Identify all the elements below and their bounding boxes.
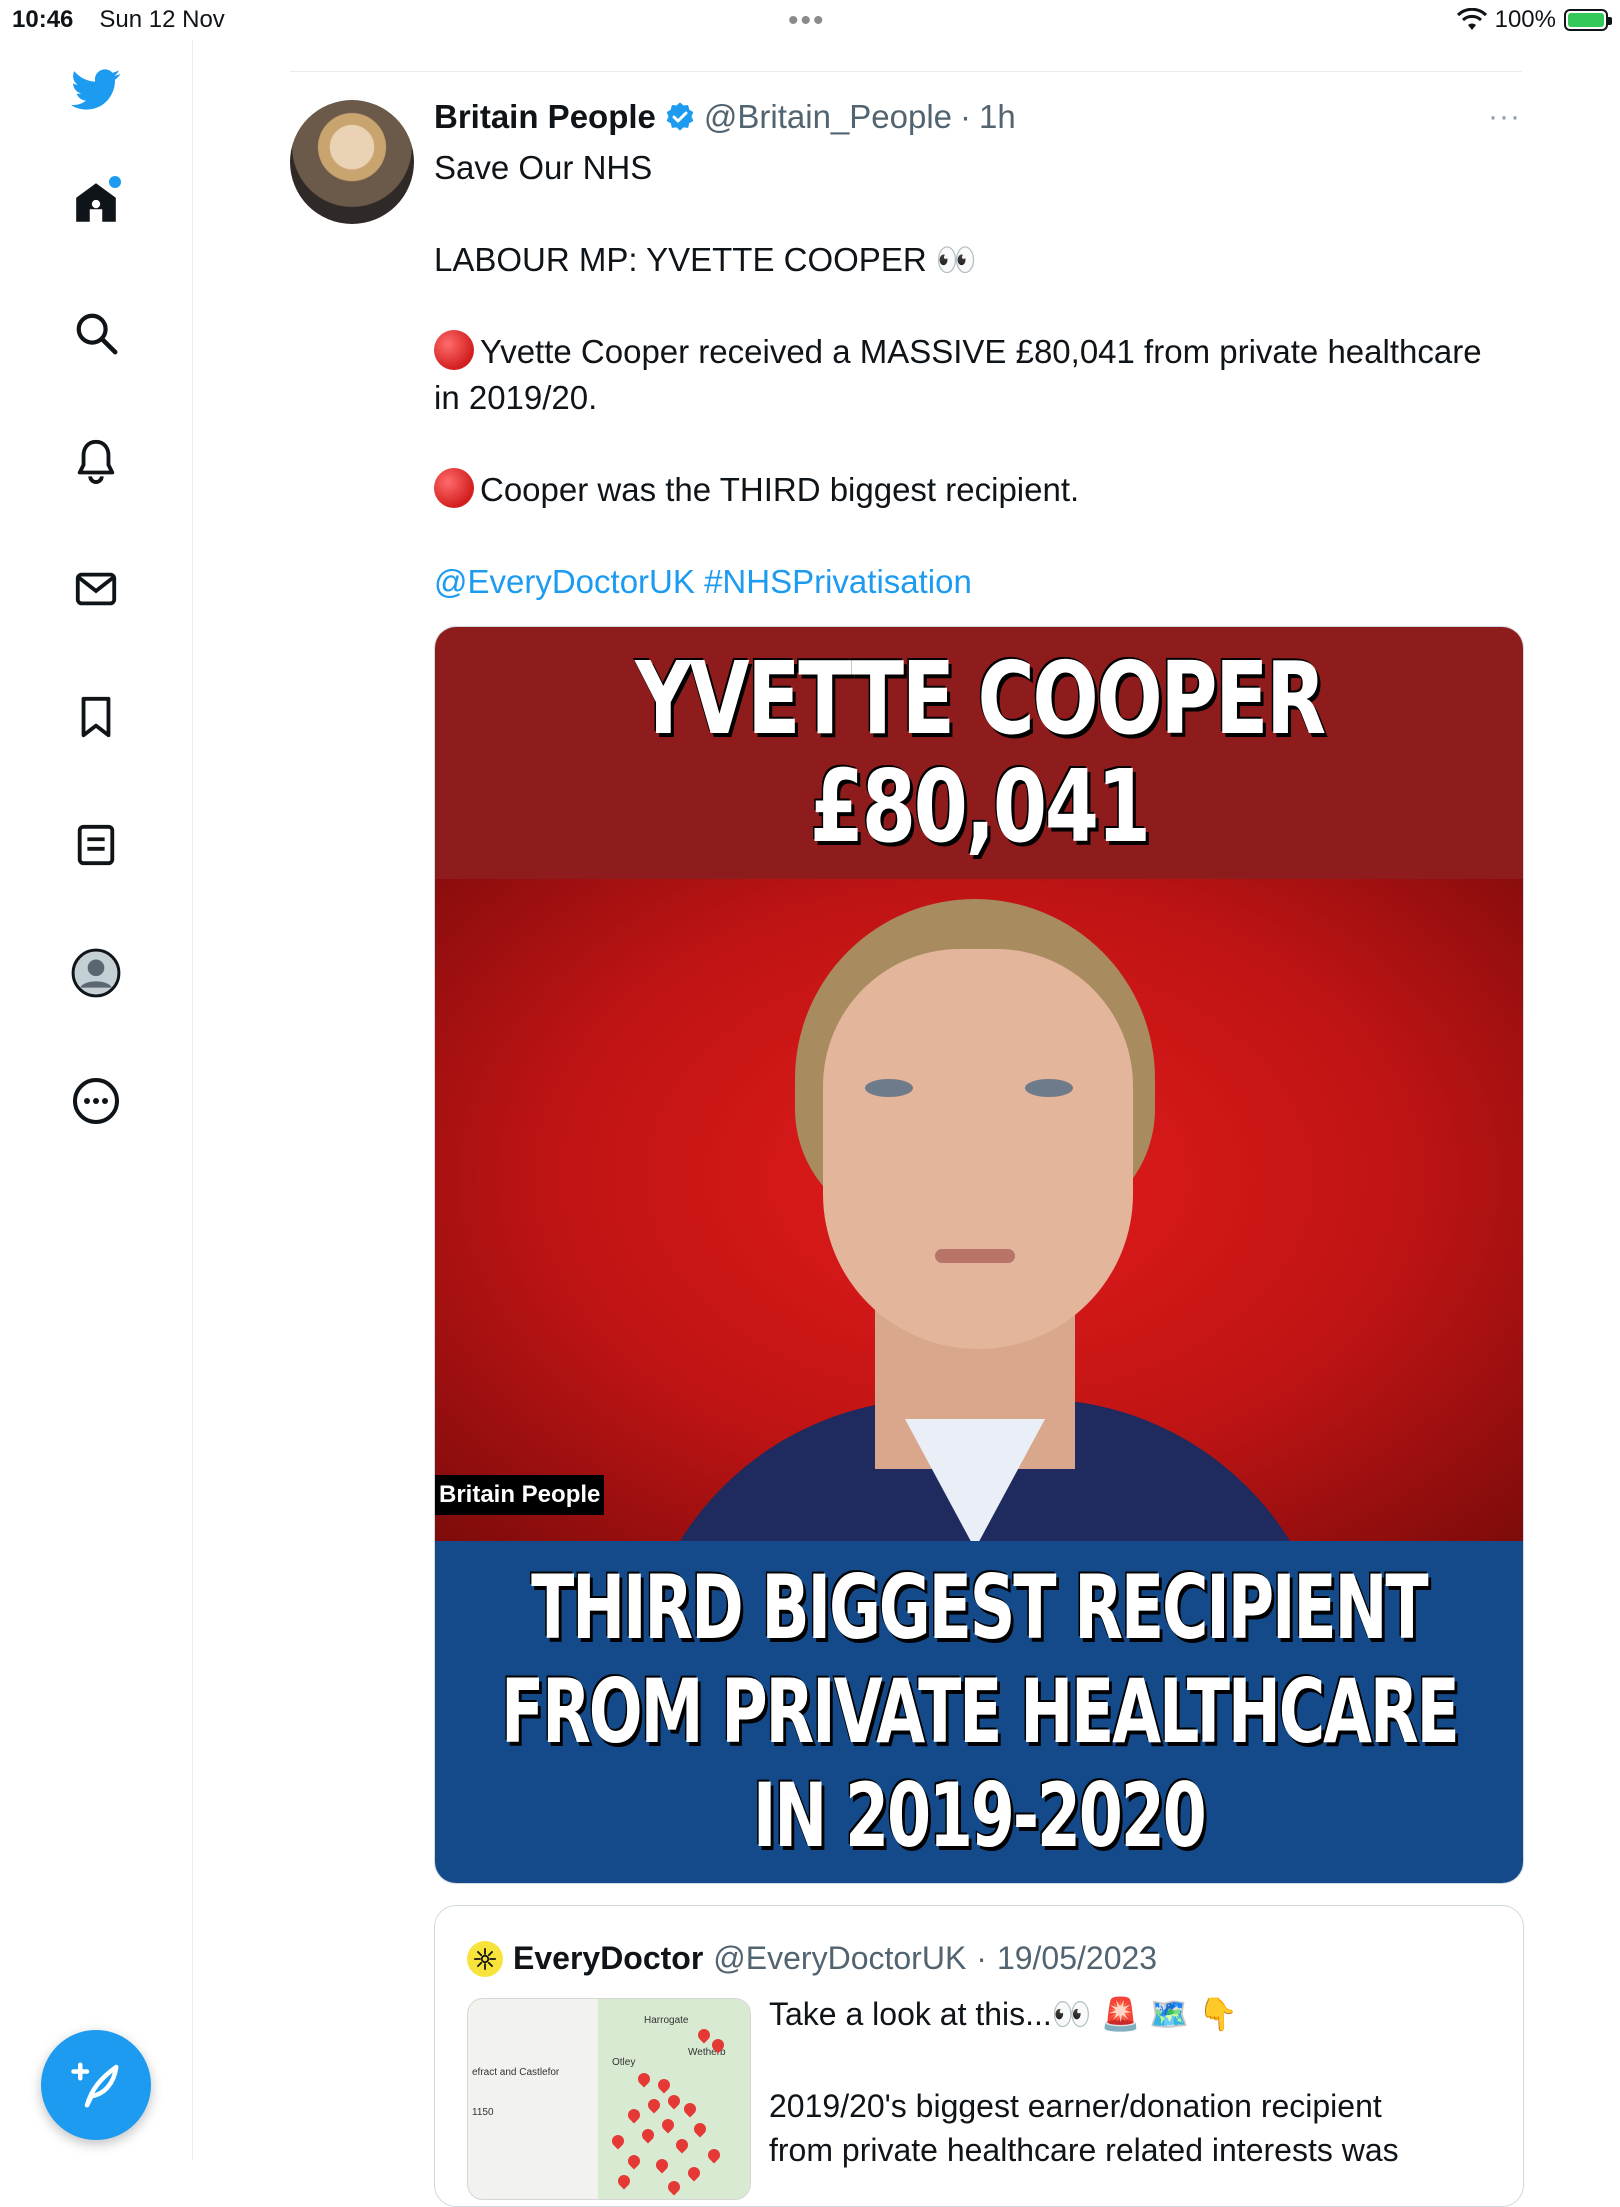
quote-handle[interactable]: @EveryDoctorUK: [713, 1940, 966, 1977]
image-bottom-banner: THIRD BIGGEST RECIPIENT FROM PRIVATE HEA…: [435, 1541, 1523, 1883]
list-icon[interactable]: [71, 820, 121, 870]
quote-date: 19/05/2023: [996, 1940, 1158, 1976]
map-pin: [635, 2070, 653, 2088]
status-date: Sun 12 Nov: [99, 6, 225, 33]
search-icon[interactable]: [71, 308, 121, 358]
battery-icon: [1564, 9, 1612, 31]
feather-plus-icon: [71, 2062, 119, 2108]
quote-display-name[interactable]: EveryDoctor: [513, 1940, 703, 1977]
battery-percent: 100%: [1494, 6, 1556, 33]
map-pin: [695, 2026, 713, 2044]
twitter-bird-icon[interactable]: [71, 65, 121, 115]
quote-text-line: Take a look at this...👀 🚨 🗺️ 👇: [769, 1996, 1238, 2032]
wifi-icon: [1456, 8, 1487, 30]
mail-icon[interactable]: [71, 564, 121, 614]
map-pin: [665, 2178, 683, 2196]
red-circle-icon: [434, 468, 474, 508]
image-watermark: Britain People: [435, 1475, 605, 1515]
map-pin: [609, 2132, 627, 2150]
map-pin: [653, 2156, 671, 2174]
tweet-text-line: in 2019/20.: [434, 379, 598, 416]
image-top-banner: YVETTE COOPER £80,041: [435, 627, 1523, 879]
verified-badge-icon: [666, 102, 694, 131]
mention-link[interactable]: @EveryDoctorUK: [434, 563, 695, 600]
map-label: 1150: [472, 2107, 494, 2118]
quote-text-line: from private healthcare related interest…: [769, 2132, 1399, 2168]
map-pin: [625, 2106, 643, 2124]
red-circle-icon: [434, 330, 474, 370]
tweet-text-line: Save Our NHS: [434, 149, 653, 186]
quote-header: EveryDoctor @EveryDoctorUK · 19/05/2023: [467, 1940, 1157, 1977]
map-label: efract and Castlefor: [472, 2067, 560, 2078]
profile-icon[interactable]: [71, 948, 121, 998]
map-pin: [625, 2152, 643, 2170]
home-icon[interactable]: [71, 176, 121, 228]
tweet-text-line: Cooper was the THIRD biggest recipient.: [434, 467, 1079, 513]
map-pin: [673, 2136, 691, 2154]
tweet-time[interactable]: 1h: [979, 98, 1016, 136]
map-pin: [685, 2164, 703, 2182]
quote-text-line: 2019/20's biggest earner/donation recipi…: [769, 2088, 1382, 2124]
tweet-text-line: LABOUR MP: YVETTE COOPER 👀: [434, 241, 977, 278]
portrait-photo: [435, 879, 1523, 1541]
bookmark-icon[interactable]: [71, 692, 121, 742]
tweet-image[interactable]: YVETTE COOPER £80,041 Britain People THI…: [434, 626, 1524, 1884]
image-caption: THIRD BIGGEST RECIPIENT: [531, 1556, 1429, 1659]
map-label: Harrogate: [644, 2015, 689, 2026]
tweet-more-button[interactable]: ···: [1488, 100, 1521, 134]
separator: ·: [960, 98, 972, 135]
quoted-tweet[interactable]: EveryDoctor @EveryDoctorUK · 19/05/2023 …: [434, 1905, 1524, 2207]
map-pin: [681, 2100, 699, 2118]
tweet-header: Britain People @Britain_People · 1h: [434, 98, 1016, 136]
image-headline: YVETTE COOPER: [634, 640, 1326, 757]
everydoctor-logo-icon: [467, 1940, 503, 1977]
map-label: Otley: [612, 2057, 636, 2068]
map-pin: [639, 2126, 657, 2144]
map-pin: [655, 2076, 673, 2094]
unread-dot: [109, 176, 121, 188]
quote-separator: ·: [976, 1940, 987, 1976]
tweet-links: @EveryDoctorUK #NHSPrivatisation: [434, 559, 972, 605]
handle[interactable]: @Britain_People: [704, 98, 952, 136]
map-pin: [665, 2092, 683, 2110]
display-name[interactable]: Britain People: [434, 98, 656, 136]
bell-icon[interactable]: [71, 436, 121, 486]
map-pin: [705, 2146, 723, 2164]
more-icon[interactable]: [71, 1076, 121, 1126]
avatar[interactable]: [290, 100, 414, 224]
image-headline: £80,041: [809, 748, 1151, 865]
image-caption: FROM PRIVATE HEALTHCARE: [500, 1660, 1460, 1763]
status-time: 10:46: [12, 6, 74, 33]
sidebar: [0, 40, 193, 2160]
hashtag-link[interactable]: #NHSPrivatisation: [704, 563, 972, 600]
status-bar: 10:46 Sun 12 Nov ••• 100%: [0, 0, 1620, 40]
map-pin: [645, 2096, 663, 2114]
tweet-text-line: Yvette Cooper received a MASSIVE £80,041…: [434, 329, 1482, 375]
map-pin: [691, 2120, 709, 2138]
map-pin: [659, 2116, 677, 2134]
multitasking-dots-icon[interactable]: •••: [788, 4, 826, 38]
map-pin: [615, 2172, 633, 2190]
top-divider: [290, 71, 1522, 72]
compose-tweet-button[interactable]: [41, 2030, 151, 2140]
image-caption: IN 2019-2020: [753, 1764, 1207, 1867]
map-thumbnail[interactable]: efract and Castlefor 1150 Harrogate Otle…: [467, 1998, 751, 2200]
map-area: Harrogate Otley Wetherb: [598, 1999, 750, 2199]
